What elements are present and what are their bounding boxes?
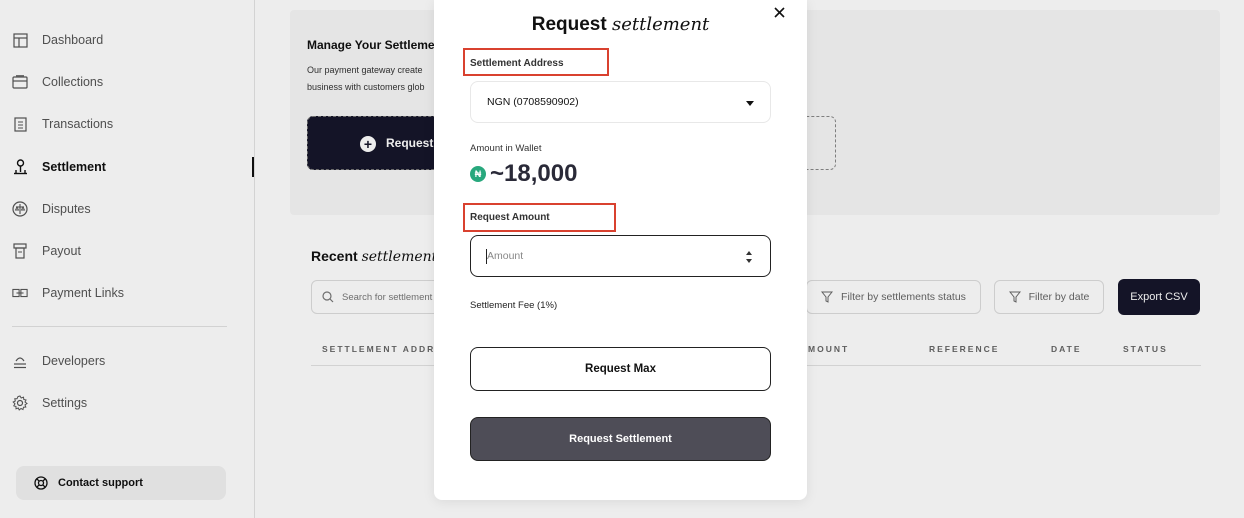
caret-down-icon	[746, 98, 754, 106]
request-settlement-button[interactable]: Request Settlement	[470, 417, 771, 461]
modal-title-plain: Request	[531, 14, 612, 35]
number-spinner-icon[interactable]	[744, 249, 754, 265]
request-amount-field[interactable]	[470, 235, 771, 277]
wallet-amount-value: ~18,000	[490, 160, 578, 187]
modal-title: Request settlement	[434, 14, 807, 36]
wallet-balance: ₦ ~18,000	[470, 160, 577, 188]
close-button[interactable]	[769, 4, 789, 24]
request-settlement-modal: Request settlement Settlement Address NG…	[434, 0, 807, 500]
settlement-fee-label: Settlement Fee (1%)	[470, 300, 558, 311]
text-cursor	[486, 249, 487, 264]
modal-title-italic: settlement	[611, 14, 710, 35]
naira-currency-icon: ₦	[470, 166, 486, 182]
selected-address-value: NGN (0708590902)	[487, 96, 579, 108]
settlement-address-select[interactable]: NGN (0708590902)	[470, 81, 771, 123]
request-max-button[interactable]: Request Max	[470, 347, 771, 391]
close-icon	[773, 5, 785, 23]
amount-in-wallet-label: Amount in Wallet	[470, 143, 542, 154]
amount-input[interactable]	[487, 250, 727, 262]
request-amount-label: Request Amount	[470, 212, 550, 223]
settlement-address-label: Settlement Address	[470, 58, 564, 69]
